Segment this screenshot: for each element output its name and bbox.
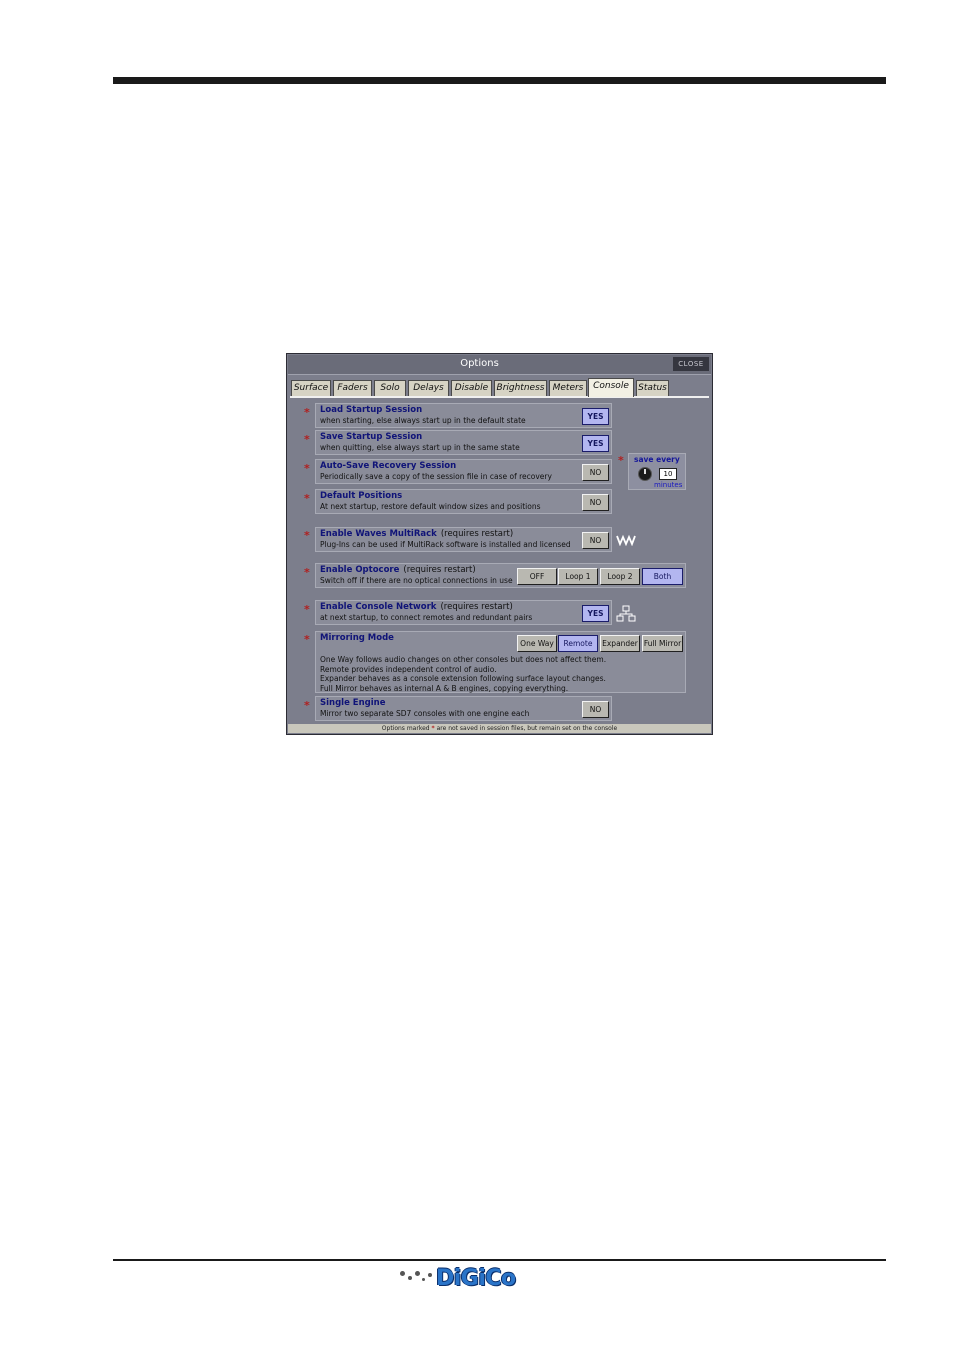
autosave-interval-box: save every 10 minutes — [628, 453, 686, 490]
tab-status[interactable]: Status — [636, 380, 669, 396]
star-marker: * — [304, 492, 310, 505]
window-title: Options — [460, 358, 499, 369]
header-rule — [113, 77, 886, 84]
footer-note: Options marked * are not saved in sessio… — [288, 724, 711, 733]
autosave-desc: Periodically save a copy of the session … — [320, 472, 552, 481]
save-every-label: save every — [634, 455, 680, 464]
star-marker: * — [304, 699, 310, 712]
optocore-both-button[interactable]: Both — [642, 568, 683, 585]
mirror-fullmirror-button[interactable]: Full Mirror — [642, 635, 683, 652]
console-network-desc: at next startup, to connect remotes and … — [320, 613, 533, 622]
star-marker: * — [304, 462, 310, 475]
star-marker: * — [304, 433, 310, 446]
tab-brightness[interactable]: Brightness — [494, 380, 547, 396]
load-startup-button[interactable]: YES — [582, 408, 609, 425]
default-positions-button[interactable]: NO — [582, 494, 609, 511]
default-positions-desc: At next startup, restore default window … — [320, 502, 541, 511]
console-network-row: Enable Console Network (requires restart)… — [315, 600, 612, 625]
tab-surface[interactable]: Surface — [291, 380, 331, 396]
waves-logo-icon — [616, 534, 636, 546]
waves-desc: Plug-Ins can be used if MultiRack softwa… — [320, 540, 571, 549]
mirroring-line: One Way follows audio changes on other c… — [320, 655, 607, 664]
console-network-button[interactable]: YES — [582, 605, 609, 622]
waves-button[interactable]: NO — [582, 532, 609, 549]
options-window: Options CLOSE Surface Faders Solo Delays… — [286, 353, 713, 735]
single-engine-title: Single Engine — [320, 698, 386, 708]
footer-rule — [113, 1259, 886, 1261]
mirroring-line: Expander behaves as a console extension … — [320, 674, 606, 684]
single-engine-desc: Mirror two separate SD7 consoles with on… — [320, 709, 530, 718]
mirror-expander-button[interactable]: Expander — [600, 635, 640, 652]
logo-text: DiGiCo — [436, 1265, 516, 1291]
mirroring-row: Mirroring Mode One Way Remote Expander F… — [315, 631, 686, 693]
tab-meters[interactable]: Meters — [549, 380, 587, 396]
logo-dots-icon — [398, 1267, 436, 1289]
tab-delays[interactable]: Delays — [408, 380, 449, 396]
mirroring-description: One Way follows audio changes on other c… — [320, 655, 606, 693]
interval-minutes-field[interactable]: 10 — [659, 468, 677, 480]
save-startup-row: Save Startup Session when quitting, else… — [315, 430, 612, 455]
waves-title: Enable Waves MultiRack (requires restart) — [320, 529, 514, 539]
optocore-desc: Switch off if there are no optical conne… — [320, 576, 513, 585]
star-marker: * — [304, 633, 310, 646]
close-button[interactable]: CLOSE — [673, 357, 709, 371]
load-startup-title: Load Startup Session — [320, 405, 423, 415]
star-marker: * — [304, 603, 310, 616]
single-engine-button[interactable]: NO — [582, 701, 609, 718]
autosave-row: Auto-Save Recovery Session Periodically … — [315, 459, 612, 484]
tab-faders[interactable]: Faders — [333, 380, 372, 396]
digico-logo: DiGiCo — [398, 1265, 516, 1291]
star-marker: * — [304, 406, 310, 419]
load-startup-row: Load Startup Session when starting, else… — [315, 403, 612, 428]
optocore-loop2-button[interactable]: Loop 2 — [600, 568, 640, 585]
default-positions-row: Default Positions At next startup, resto… — [315, 489, 612, 514]
star-marker: * — [304, 529, 310, 542]
tab-underline — [290, 396, 709, 398]
save-startup-desc: when quitting, else always start up in t… — [320, 443, 520, 452]
tab-disable[interactable]: Disable — [451, 380, 492, 396]
save-startup-title: Save Startup Session — [320, 432, 423, 442]
title-bar: Options CLOSE — [288, 355, 711, 375]
optocore-loop1-button[interactable]: Loop 1 — [558, 568, 598, 585]
network-icon — [616, 605, 636, 622]
optocore-off-button[interactable]: OFF — [517, 568, 557, 585]
tab-console[interactable]: Console — [588, 378, 634, 397]
mirroring-line: Remote provides independent control of a… — [320, 664, 497, 674]
autosave-button[interactable]: NO — [582, 464, 609, 481]
tab-solo[interactable]: Solo — [374, 380, 406, 396]
waves-row: Enable Waves MultiRack (requires restart)… — [315, 527, 612, 552]
interval-knob[interactable] — [638, 467, 652, 481]
single-engine-row: Single Engine Mirror two separate SD7 co… — [315, 696, 612, 721]
star-marker: * — [618, 454, 624, 467]
star-marker: * — [304, 566, 310, 579]
mirroring-title: Mirroring Mode — [320, 633, 394, 643]
load-startup-desc: when starting, else always start up in t… — [320, 416, 526, 425]
autosave-title: Auto-Save Recovery Session — [320, 461, 457, 471]
optocore-title: Enable Optocore (requires restart) — [320, 565, 476, 575]
default-positions-title: Default Positions — [320, 491, 403, 501]
minutes-label: minutes — [654, 481, 683, 489]
save-startup-button[interactable]: YES — [582, 435, 609, 452]
mirror-oneway-button[interactable]: One Way — [517, 635, 557, 652]
optocore-row: Enable Optocore (requires restart) Switch… — [315, 563, 686, 588]
mirror-remote-button[interactable]: Remote — [558, 635, 598, 652]
console-network-title: Enable Console Network (requires restart) — [320, 602, 513, 612]
mirroring-line: Full Mirror behaves as internal A & B en… — [320, 683, 569, 693]
